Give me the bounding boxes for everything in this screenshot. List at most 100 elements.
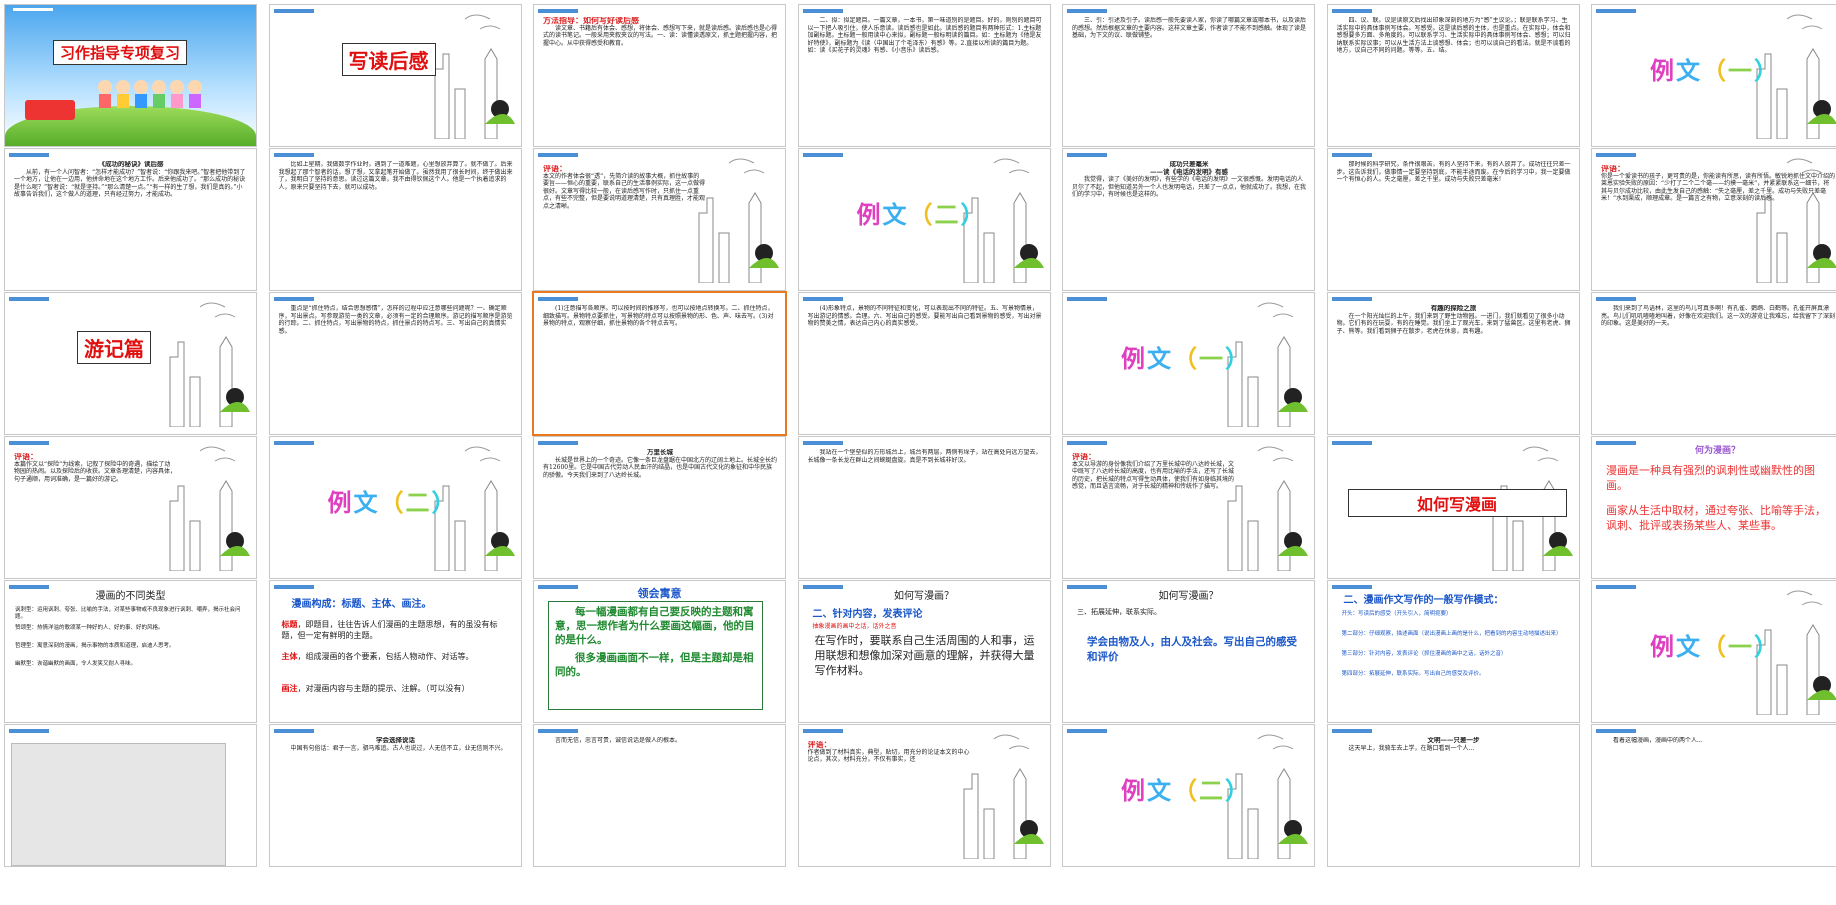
slide-header-bar — [1331, 297, 1372, 301]
slide-cell: 例文（二）例文（二） — [1062, 724, 1315, 892]
slide-text: 长城是世界上的一个奇迹。它像一条巨龙盘踞在中国北方的辽阔土地上。长城全长约有12… — [543, 456, 777, 479]
example-char: 文 — [1147, 777, 1173, 805]
comic-term: 主体 — [281, 652, 298, 661]
example-title: 例文（一）例文（一） — [1121, 339, 1251, 374]
slide-thumbnail[interactable]: 我站在一个堡垒似的方形城台上，城台有两层，两侧有垛子，站在高处向远方望去，长城像… — [797, 436, 1051, 579]
example-title: 例文（一）例文（一） — [1650, 627, 1780, 662]
slide-thumbnail[interactable]: 《成功的秘诀》读后感 从前，有一个人问智者：“怎样才能成功？”智者说：“你跟我来吧… — [4, 148, 257, 291]
slide-heading: 万里长城 — [647, 449, 673, 456]
slide-thumbnail[interactable]: 评语： 作者做到了材料真实，典型，贴切，用充分的论证本文的中心论点，其次，材料充分… — [797, 724, 1051, 867]
slide-thumbnail[interactable]: 那时候的科学研究，条件很艰苦，有的人坚持下来，有的人放弃了。成功往往只差一步。这… — [1326, 148, 1580, 291]
slide-header-bar — [802, 297, 843, 301]
list-item: 幽默型：诙谐幽默的画面，令人发笑又耐人寻味。 — [15, 661, 137, 667]
example-char: 文 — [1147, 345, 1173, 373]
bullet-item: 漫画是一种具有强烈的讽刺性或幽默性的图画。 — [1606, 464, 1815, 492]
slide-thumbnail[interactable]: 如何写漫画？ 三、拓展延伸，联系实际。 学会由物及人，由人及社会。写出自己的感受和评… — [1062, 580, 1315, 723]
slide-thumbnail[interactable]: 评语： 本文以导游的身份像我们介绍了万里长城中的八达岭长城，文中既写了八达岭长城的… — [1062, 436, 1315, 579]
slide-thumbnail[interactable]: 方法指导：如何写好读后感 读文章、书籍后有体会、感想，将体会、感想写下来，就是读后… — [533, 4, 786, 147]
slide-header-bar — [9, 153, 49, 157]
slide-thumbnail[interactable]: 二、漫画作文写作的一般写作模式： 开头：写读后的感受（开头引入，简明扼要） 第二部分… — [1326, 580, 1580, 723]
slide-thumbnail[interactable]: 写读后感 — [268, 4, 522, 147]
example-char: （ — [1173, 777, 1199, 805]
slide-cell: 那时候的科学研究，条件很艰苦，有的人坚持下来，有的人放弃了。成功往往只差一步。这… — [1326, 148, 1580, 316]
slide-body: 四、议、联。议是读原文后找出印象深刻的地方为“感”主议论。；联是联系学习、生活实… — [1337, 17, 1571, 140]
slide-text: 我站在一个堡垒似的方形城台上，城台有两层，两侧有垛子，站在高处向远方望去，长城像… — [807, 449, 1042, 464]
slide-text: 从前，有一个人问智者：“怎样才能成功？”智者说：“你跟我来吧。”智者把他带到了一… — [14, 168, 246, 199]
slide-thumbnail[interactable]: 万里长城 长城是世界上的一个奇迹。它像一条巨龙盘踞在中国北方的辽阔土地上。长城全长… — [533, 436, 786, 579]
slide-thumbnail[interactable]: 评语： 你是一个爱读书的孩子，更可贵的是，你能读有所思，读有所悟。敏锐地抓住文中介… — [1591, 148, 1836, 291]
slide-header-bar — [538, 297, 578, 301]
slide-body: 文明——只差一步 这天早上，我骑车去上学，在路口看到一个人... — [1337, 737, 1571, 860]
slide-text: 读文章、书籍后有体会、感想，将体会、感想写下来，就是读后感。读后感也是心得式的读… — [543, 24, 777, 47]
slide-thumbnail[interactable]: 看着这幅漫画，漫画中的两个人... — [1591, 724, 1836, 867]
slide-thumbnail[interactable]: 习作指导专项复习 — [4, 4, 257, 147]
comment-body: 评语： 你是一个爱读书的孩子，更可贵的是，你能读有所思，读有所悟。敏锐地抓住文中介… — [1601, 165, 1835, 284]
slide-header-bar — [273, 441, 314, 445]
meaning-p2: 很多漫画画面不一样，但是主题却是相同的。 — [555, 652, 754, 678]
example-title: 例文（二）例文（二） — [857, 195, 987, 230]
slide-thumbnail[interactable]: 例文（二）例文（二） — [1062, 724, 1315, 867]
slide-thumbnail[interactable]: 领会寓意 每一幅漫画都有自己要反映的主题和寓意，思一想作者为什么要画这幅画，他的目… — [533, 580, 786, 723]
slide-thumbnail[interactable]: 如何写漫画？ 二、针对内容，发表评论 抽象漫画的画中之话，话外之音 在写作时，要联系自… — [797, 580, 1051, 723]
slide-thumbnail[interactable]: (4)形象特点，景物的不同特征和变化，可以表现出不同的特征。五、写景物情景，写出… — [797, 292, 1051, 435]
example-char: 一 — [1728, 57, 1754, 85]
slide-header-bar — [1596, 297, 1636, 301]
slide-thumbnail[interactable]: 评语： 本篇作文以“探险”为线索，记叙了探险中的奇遇，描绘了动物园的热闹。以及探险… — [4, 436, 257, 579]
slide-cell: 方法指导：如何写好读后感 读文章、书籍后有体会、感想，将体会、感想写下来，就是读后… — [533, 4, 786, 172]
comment-text: 本文以导游的身份像我们介绍了万里长城中的八达岭长城，文中既写了八达岭长城的高度，… — [1072, 460, 1234, 491]
slide-thumbnail[interactable]: 例文（二）例文（二） — [797, 148, 1051, 291]
slide-cell: 比如上星期，我做数学作业时，遇到了一道难题，心里想放弃算了。就不做了。后来我想起… — [268, 148, 522, 316]
slide-thumbnail[interactable]: 例文（一）例文（一） — [1591, 4, 1836, 147]
example-title: 例文（二）例文（二） — [1121, 771, 1251, 806]
slide-text: 言而无信，忠言可贵，诚信说话是做人的根本。 — [555, 737, 682, 744]
slide-thumbnail[interactable]: 漫画构成：标题、主体、画注。 标题，即题目，往往告诉人们漫画的主题思想，有的虽没有… — [268, 580, 522, 723]
meaning-heading: 领会寓意 — [637, 587, 682, 600]
slide-thumbnail[interactable]: 漫画的不同类型 讽刺型：运用讽刺、夸张、比喻的手法，对某些事物或不良现象进行讽刺、… — [4, 580, 257, 723]
slide-thumbnail[interactable]: 有趣的探险之旅 在一个阳光灿烂的上午，我们来到了野生动物园。一进门，我们就看见了很… — [1326, 292, 1580, 435]
example-char: 二 — [934, 201, 961, 229]
slide-thumbnail[interactable]: 例文（二）例文（二） — [268, 436, 522, 579]
slide-header-bar — [1596, 729, 1636, 733]
example-char: 例 — [1121, 777, 1147, 805]
slide-thumbnail[interactable]: 文明——只差一步 这天早上，我骑车去上学，在路口看到一个人... — [1326, 724, 1580, 867]
slide-thumbnail[interactable]: 何为漫画？ 漫画是一种具有强烈的讽刺性或幽默性的图画。 画家从生活中取材，通过夸张、… — [1591, 436, 1836, 579]
slide-text: 中国有句俗话：君子一言，驷马难追。古人也说过，人无信不立，业无信则不兴。 — [290, 744, 507, 752]
slide-thumbnail[interactable]: 我们来到了鸟语林，这里的鸟儿可真多啊！有孔雀、鹦鹉、白鹤等。孔雀开屏真漂亮。鸟儿… — [1591, 292, 1836, 435]
comic-term: 画注 — [281, 684, 298, 693]
slide-thumbnail[interactable]: 评语： 本文的作者体会很“透”，先简介读的故事大概，抓住故事的要旨——恒心的重要，… — [533, 148, 786, 291]
mode-item: 第三部分：针对内容，发表评论（抓住漫画的画中之话，话外之音） — [1341, 651, 1507, 657]
slide-thumbnail[interactable]: 四、议、联。议是读原文后找出印象深刻的地方为“感”主议论。；联是联系学习、生活实… — [1326, 4, 1580, 147]
slide-thumbnail[interactable]: 例文（一）例文（一） — [1062, 292, 1315, 435]
slide-thumbnail[interactable]: 二、拟：拟定题目。一篇文章，一本书，第一味道别的是题目。好的，则别的题目可以一下… — [797, 4, 1051, 147]
slide-cell: 我们来到了鸟语林，这里的鸟儿可真多啊！有孔雀、鹦鹉、白鹤等。孔雀开屏真漂亮。鸟儿… — [1591, 292, 1836, 460]
slide-text: 比如上星期，我做数学作业时，遇到了一道难题，心里想放弃算了。就不做了。后来我想起… — [278, 161, 513, 191]
mode-item: 开头：写读后的感受（开头引入，简明扼要） — [1341, 611, 1452, 617]
example-title: 例文（一）例文（一） — [1650, 51, 1780, 86]
example-char: ） — [1754, 57, 1780, 85]
slide-thumbnail[interactable]: 成功只差毫米 ——读《电话的发明》有感 我觉得，读了《美好的发明》，有些学的《电话… — [1062, 148, 1315, 291]
slide-text: 四、议、联。议是读原文后找出印象深刻的地方为“感”主议论。；联是联系学习、生活实… — [1336, 17, 1571, 54]
slide-thumbnail[interactable]: 比如上星期，我做数学作业时，遇到了一道难题，心里想放弃算了。就不做了。后来我想起… — [268, 148, 522, 291]
slide-thumbnail[interactable]: 游记篇 — [4, 292, 257, 435]
slide-cell: 成功只差毫米 ——读《电话的发明》有感 我觉得，读了《美好的发明》，有些学的《电话… — [1062, 148, 1315, 316]
slide-thumbnail[interactable] — [4, 724, 257, 867]
slide-heading: 成功只差毫米 ——读《电话的发明》有感 — [1150, 161, 1228, 176]
slide-cell: (1)注意描写各顺序。可以按时间的推移写，也可以按地点转换写。二、抓住特点，细致… — [532, 291, 787, 460]
comic-line: 标题，即题目，往往告诉人们漫画的主题思想，有的虽没有标题，但一定有鲜明的主题。 — [282, 619, 513, 641]
example-char: （ — [1173, 345, 1199, 373]
slide-thumbnail[interactable]: 例文（一）例文（一） — [1591, 580, 1836, 723]
slide-thumbnail[interactable]: 重点是“抓住特点，结合思想感情”，怎样的过程中应注意哪些问题呢？一、确定顺序，写… — [268, 292, 522, 435]
slide-thumbnail[interactable]: 如何写漫画 — [1326, 436, 1580, 579]
slide-cell: 文明——只差一步 这天早上，我骑车去上学，在路口看到一个人... — [1326, 724, 1580, 892]
example-char: 二 — [1199, 777, 1225, 805]
slide-thumbnail[interactable]: 言而无信，忠言可贵，诚信说话是做人的根本。 — [533, 724, 786, 867]
slide-title: 习作指导专项复习 — [53, 40, 188, 65]
slide-header-bar — [1067, 297, 1107, 301]
slide-thumbnail[interactable]: (1)注意描写各顺序。可以按时间的推移写，也可以按地点转换写。二、抓住特点，细致… — [532, 291, 787, 436]
slide-cell: 有趣的探险之旅 在一个阳光灿烂的上午，我们来到了野生动物园。一进门，我们就看见了很… — [1326, 292, 1580, 460]
example-char: ） — [960, 201, 987, 229]
slide-thumbnail[interactable]: 学会选择说话 中国有句俗话：君子一言，驷马难追。古人也说过，人无信不立，业无信则不… — [268, 724, 522, 867]
slide-thumbnail[interactable]: 三、引：引述及引子。读后感一般先要读人家，你读了哪篇文章或哪本书，以及读后的感想… — [1062, 4, 1315, 147]
example-char: ） — [1225, 777, 1251, 805]
slide-cell: 万里长城 长城是世界上的一个奇迹。它像一条巨龙盘踞在中国北方的辽阔土地上。长城全长… — [533, 436, 786, 604]
